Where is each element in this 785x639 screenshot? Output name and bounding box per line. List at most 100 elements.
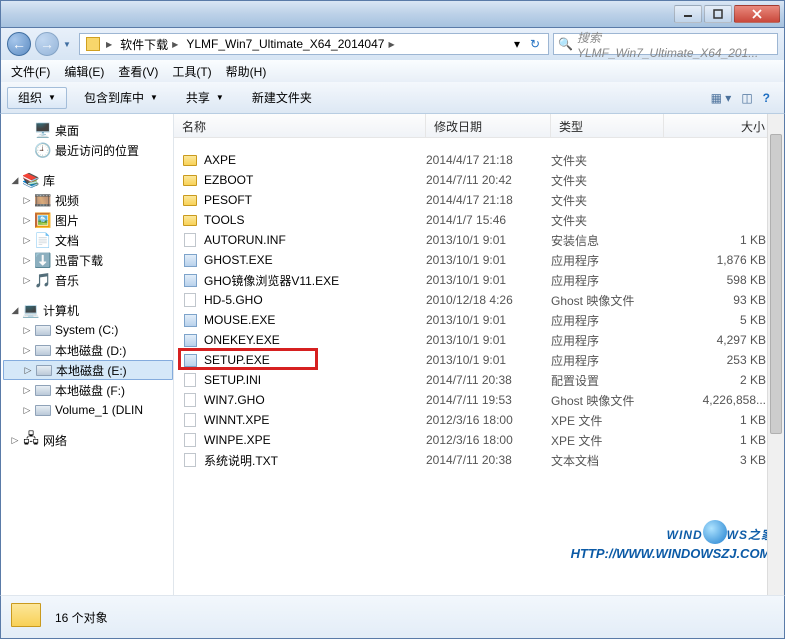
tree-recent[interactable]: 🕘最近访问的位置 xyxy=(3,140,173,160)
file-name: SETUP.INI xyxy=(204,373,261,387)
breadcrumb-segment[interactable]: YLMF_Win7_Ultimate_X64_2014047▶ xyxy=(182,34,398,54)
nav-history-dropdown[interactable]: ▼ xyxy=(63,40,75,49)
file-type: 配置设置 xyxy=(551,372,664,389)
documents-icon: 📄 xyxy=(35,232,51,248)
file-row[interactable]: MOUSE.EXE2013/10/1 9:01应用程序5 KB xyxy=(174,310,784,330)
file-row[interactable]: GHOST.EXE2013/10/1 9:01应用程序1,876 KB xyxy=(174,250,784,270)
vertical-scrollbar[interactable] xyxy=(767,114,784,595)
file-size: 1,876 KB xyxy=(664,253,784,267)
column-headers[interactable]: 名称 修改日期 类型 大小 xyxy=(174,114,784,138)
menu-view[interactable]: 查看(V) xyxy=(112,61,164,82)
nav-back-button[interactable]: ← xyxy=(7,32,31,56)
tree-pictures[interactable]: ▷🖼️图片 xyxy=(3,210,173,230)
menu-tools[interactable]: 工具(T) xyxy=(166,61,217,82)
file-name: ONEKEY.EXE xyxy=(204,333,280,347)
tree-videos[interactable]: ▷🎞️视频 xyxy=(3,190,173,210)
file-row[interactable]: WIN7.GHO2014/7/11 19:53Ghost 映像文件4,226,8… xyxy=(174,390,784,410)
file-name: PESOFT xyxy=(204,193,252,207)
file-row[interactable]: SETUP.EXE2013/10/1 9:01应用程序253 KB xyxy=(174,350,784,370)
file-name: GHO镜像浏览器V11.EXE xyxy=(204,272,339,289)
file-row[interactable]: GHO镜像浏览器V11.EXE2013/10/1 9:01应用程序598 KB xyxy=(174,270,784,290)
change-view-button[interactable]: ▦ ▾ xyxy=(711,91,732,105)
file-size: 5 KB xyxy=(664,313,784,327)
maximize-button[interactable] xyxy=(704,5,732,23)
tree-drive-f[interactable]: ▷本地磁盘 (F:) xyxy=(3,380,173,400)
file-size: 1 KB xyxy=(664,233,784,247)
file-row[interactable]: ONEKEY.EXE2013/10/1 9:01应用程序4,297 KB xyxy=(174,330,784,350)
tree-drive-c[interactable]: ▷System (C:) xyxy=(3,320,173,340)
file-row[interactable]: AUTORUN.INF2013/10/1 9:01安装信息1 KB xyxy=(174,230,784,250)
file-type: 应用程序 xyxy=(551,352,664,369)
nav-forward-button[interactable]: → xyxy=(35,32,59,56)
file-icon xyxy=(182,432,198,448)
folder-icon xyxy=(182,212,198,228)
file-date: 2014/7/11 20:42 xyxy=(426,173,551,187)
menu-help[interactable]: 帮助(H) xyxy=(220,61,273,82)
help-button[interactable]: ? xyxy=(763,91,770,105)
file-row[interactable]: WINPE.XPE2012/3/16 18:00XPE 文件1 KB xyxy=(174,430,784,450)
search-input[interactable]: 🔍 搜索 YLMF_Win7_Ultimate_X64_201... xyxy=(553,33,778,55)
menu-file[interactable]: 文件(F) xyxy=(5,61,56,82)
file-icon xyxy=(182,232,198,248)
tree-computer[interactable]: ◢💻计算机 xyxy=(3,300,173,320)
breadcrumb-segment[interactable]: 软件下载▶ xyxy=(116,34,182,54)
column-date[interactable]: 修改日期 xyxy=(426,114,551,137)
file-date: 2014/7/11 20:38 xyxy=(426,453,551,467)
computer-icon: 💻 xyxy=(23,302,39,318)
file-type: Ghost 映像文件 xyxy=(551,292,664,309)
file-date: 2013/10/1 9:01 xyxy=(426,273,551,287)
include-in-library-button[interactable]: 包含到库中▼ xyxy=(73,87,169,109)
file-name: WINNT.XPE xyxy=(204,413,269,427)
file-row[interactable]: AXPE2014/4/17 21:18文件夹 xyxy=(174,150,784,170)
file-type: XPE 文件 xyxy=(551,432,664,449)
new-folder-button[interactable]: 新建文件夹 xyxy=(241,87,323,109)
file-size: 598 KB xyxy=(664,273,784,287)
file-name: SETUP.EXE xyxy=(204,353,270,367)
tree-thunder[interactable]: ▷⬇️迅雷下载 xyxy=(3,250,173,270)
menu-edit[interactable]: 编辑(E) xyxy=(58,61,110,82)
file-row[interactable]: PESOFT2014/4/17 21:18文件夹 xyxy=(174,190,784,210)
breadcrumb-bar[interactable]: ▶ 软件下载▶ YLMF_Win7_Ultimate_X64_2014047▶ … xyxy=(79,33,549,55)
navigation-pane[interactable]: 🖥️桌面 🕘最近访问的位置 ◢📚库 ▷🎞️视频 ▷🖼️图片 ▷📄文档 ▷⬇️迅雷… xyxy=(1,114,174,595)
organize-button[interactable]: 组织▼ xyxy=(7,87,67,109)
file-row[interactable]: TOOLS2014/1/7 15:46文件夹 xyxy=(174,210,784,230)
file-list[interactable]: 名称 修改日期 类型 大小 AXPE2014/4/17 21:18文件夹 EZBO… xyxy=(174,114,784,595)
scrollbar-thumb[interactable] xyxy=(770,134,782,434)
file-name: EZBOOT xyxy=(204,173,253,187)
preview-pane-button[interactable]: ◫ xyxy=(741,91,752,105)
column-name[interactable]: 名称 xyxy=(174,114,426,137)
file-row[interactable]: EZBOOT2014/7/11 20:42文件夹 xyxy=(174,170,784,190)
refresh-button[interactable]: ↻ xyxy=(524,37,546,51)
tree-drive-d[interactable]: ▷本地磁盘 (D:) xyxy=(3,340,173,360)
file-date: 2013/10/1 9:01 xyxy=(426,333,551,347)
file-type: 文件夹 xyxy=(551,152,664,169)
file-row[interactable]: WINNT.XPE2012/3/16 18:00XPE 文件1 KB xyxy=(174,410,784,430)
minimize-button[interactable] xyxy=(674,5,702,23)
file-row[interactable]: HD-5.GHO2010/12/18 4:26Ghost 映像文件93 KB xyxy=(174,290,784,310)
column-size[interactable]: 大小 xyxy=(664,114,784,137)
file-row[interactable]: 系统说明.TXT2014/7/11 20:38文本文档3 KB xyxy=(174,450,784,470)
tree-drive-e[interactable]: ▷本地磁盘 (E:) xyxy=(3,360,173,380)
tree-documents[interactable]: ▷📄文档 xyxy=(3,230,173,250)
share-button[interactable]: 共享▼ xyxy=(175,87,235,109)
title-bar xyxy=(0,0,785,28)
tree-music[interactable]: ▷🎵音乐 xyxy=(3,270,173,290)
breadcrumb-label: 软件下载 xyxy=(120,36,168,53)
search-placeholder: 搜索 YLMF_Win7_Ultimate_X64_201... xyxy=(577,29,773,60)
path-dropdown-icon[interactable]: ▾ xyxy=(510,37,524,51)
tree-drive-volume1[interactable]: ▷Volume_1 (DLIN xyxy=(3,400,173,420)
file-row[interactable]: SETUP.INI2014/7/11 20:38配置设置2 KB xyxy=(174,370,784,390)
file-name: AXPE xyxy=(204,153,236,167)
tree-network[interactable]: ▷🖧网络 xyxy=(3,430,173,450)
close-button[interactable] xyxy=(734,5,780,23)
column-type[interactable]: 类型 xyxy=(551,114,664,137)
exe-icon xyxy=(182,352,198,368)
file-icon xyxy=(182,452,198,468)
tree-desktop[interactable]: 🖥️桌面 xyxy=(3,120,173,140)
status-bar: 16 个对象 xyxy=(0,595,785,639)
file-name: AUTORUN.INF xyxy=(204,233,286,247)
music-icon: 🎵 xyxy=(35,272,51,288)
tree-libraries[interactable]: ◢📚库 xyxy=(3,170,173,190)
file-date: 2012/3/16 18:00 xyxy=(426,413,551,427)
videos-icon: 🎞️ xyxy=(35,192,51,208)
